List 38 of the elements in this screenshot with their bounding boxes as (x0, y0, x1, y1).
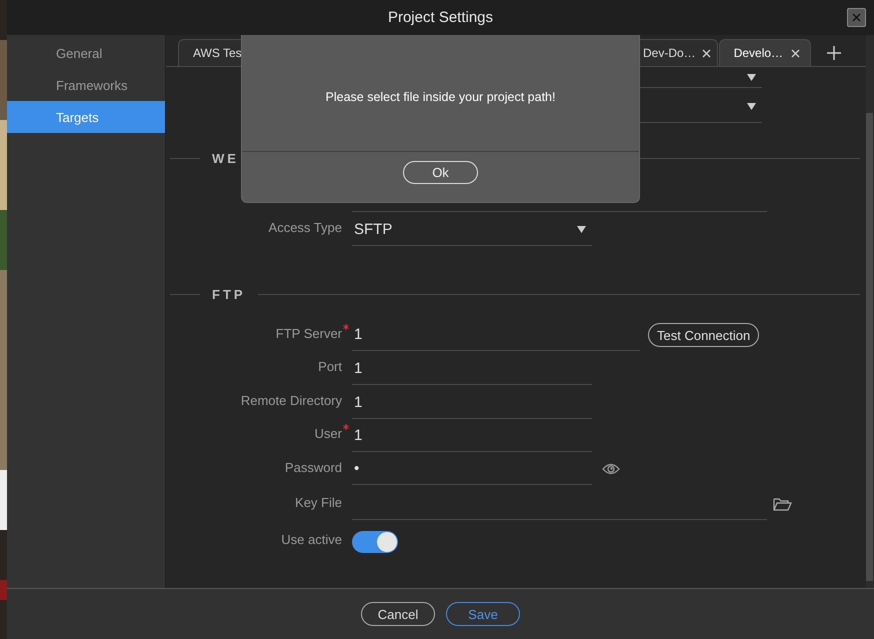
tab[interactable]: Develo… (718, 39, 812, 66)
input-field[interactable]: 1 (352, 352, 592, 384)
scrollbar-thumb[interactable] (866, 113, 873, 581)
section-title: WE (212, 150, 239, 166)
plus-icon (827, 46, 842, 60)
save-button[interactable]: Save (446, 602, 520, 626)
field-label: FTP Server (276, 326, 342, 340)
input-field[interactable]: 1 (352, 420, 592, 452)
dialog-message: Please select file inside your project path! (326, 90, 556, 104)
field-label: Key File (295, 494, 342, 510)
folder-icon[interactable] (773, 497, 792, 511)
window-title: Project Settings (388, 9, 494, 26)
input-field[interactable]: 1 (352, 319, 640, 351)
ok-button[interactable]: Ok (403, 161, 478, 184)
caret-icon (577, 226, 586, 232)
field-label: Access Type (268, 220, 342, 235)
caret-icon (747, 102, 756, 110)
dropdown-field[interactable]: SFTP (352, 214, 592, 246)
sidebar-item[interactable]: General (7, 37, 165, 69)
field-label: User (314, 426, 342, 441)
toggle-switch[interactable] (352, 530, 398, 552)
cancel-button[interactable]: Cancel (361, 602, 435, 626)
input-field[interactable]: 1 (352, 386, 592, 418)
field-label: Port (318, 359, 342, 374)
test-connection-button[interactable]: Test Connection (648, 323, 760, 347)
sidebar-item[interactable]: Frameworks (7, 69, 165, 101)
close-icon[interactable] (791, 48, 800, 58)
field-label: Use active (281, 532, 342, 547)
close-button[interactable] (847, 8, 866, 27)
close-icon[interactable] (702, 48, 711, 58)
field-label: Password (284, 460, 342, 474)
caret-icon (747, 74, 756, 81)
eye-icon[interactable] (602, 463, 620, 475)
field-label: Remote Directory (240, 393, 342, 408)
add-tab-button[interactable] (827, 46, 842, 60)
password-field[interactable]: • (352, 453, 592, 485)
section-title: FTP (212, 286, 246, 302)
close-icon (852, 13, 861, 22)
